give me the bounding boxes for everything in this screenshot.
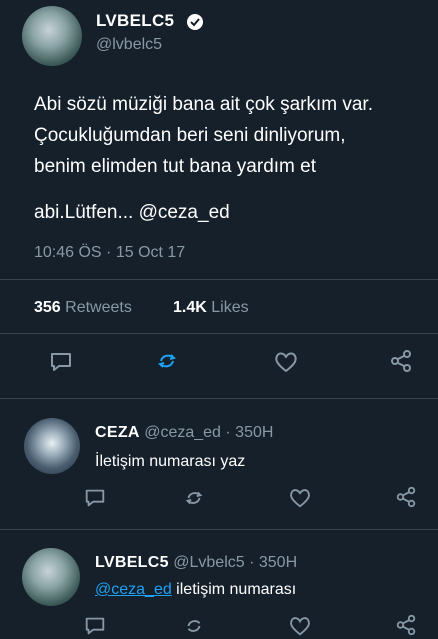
retweets-stat[interactable]: 356 Retweets [34,299,132,317]
retweet-icon[interactable] [181,485,207,511]
share-icon[interactable] [394,613,418,637]
reply-text-body: iletişim numarası [171,581,297,598]
likes-stat[interactable]: 1.4K Likes [173,299,249,317]
divider [0,529,438,530]
reply-icon[interactable] [83,614,107,638]
reply-text: İletişim numarası yaz [95,453,246,470]
tweet-text-line-2: Çocukluğumdan beri seni dinliyorum, [34,125,346,146]
reply-avatar[interactable] [22,548,80,606]
reply-author-name[interactable]: LVBELC5 [95,554,169,571]
mention-link[interactable]: @ceza_ed [95,581,172,598]
divider [0,398,438,399]
likes-count: 1.4K [173,299,207,316]
divider [0,333,438,334]
reply-header: CEZA @ceza_ed · 350H [95,424,273,442]
like-icon[interactable] [287,614,313,638]
retweets-count: 356 [34,299,61,316]
reply-icon[interactable] [83,486,107,510]
tweet-text-line-1: Abi sözü müziği bana ait çok şarkım var. [34,94,373,115]
share-icon[interactable] [394,485,418,509]
reply-text: @ceza_ed iletişim numarası [95,581,296,599]
likes-label: Likes [211,299,249,316]
like-icon[interactable] [272,349,300,375]
verified-icon [186,13,204,31]
share-icon[interactable] [388,348,414,374]
author-name[interactable]: LVBELC5 [96,11,174,31]
like-icon[interactable] [287,486,313,510]
retweet-icon[interactable] [181,613,207,639]
reply-icon[interactable] [48,349,74,375]
reply-handle-time: @ceza_ed · 350H [144,424,274,441]
retweets-label: Retweets [65,299,132,316]
tweet-text-line-3: benim elimden tut bana yardım et [34,156,316,177]
reply-header: LVBELC5 @Lvbelc5 · 350H [95,554,297,572]
author-avatar[interactable] [22,6,82,66]
reply-avatar[interactable] [24,418,80,474]
divider [0,279,438,280]
tweet-timestamp[interactable]: 10:46 ÖS · 15 Oct 17 [34,244,185,262]
author-handle[interactable]: @lvbelc5 [96,36,162,54]
reply-handle-time: @Lvbelc5 · 350H [173,554,298,571]
tweet-text-line-4: abi.Lütfen... @ceza_ed [34,202,230,223]
retweet-icon[interactable] [153,347,181,375]
reply-author-name[interactable]: CEZA [95,424,140,441]
